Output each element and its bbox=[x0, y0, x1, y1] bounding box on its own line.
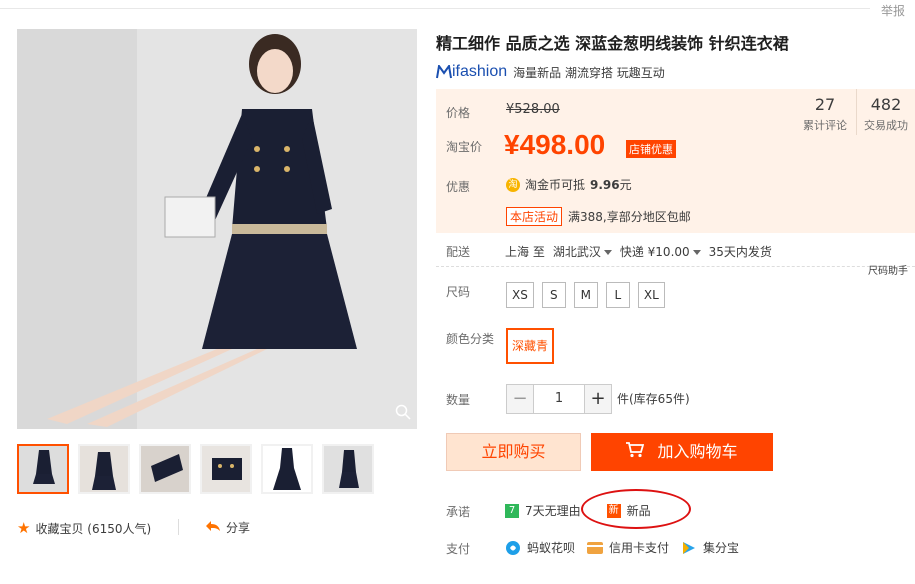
size-helper-link[interactable]: 尺码助手 bbox=[868, 262, 908, 277]
buy-now-button[interactable]: 立即购买 bbox=[446, 433, 581, 471]
price-panel: 价格 ¥528.00 淘宝价 ¥498.00 店铺优惠 27 累计评论 482 … bbox=[436, 89, 915, 233]
product-title: 精工细作 品质之选 深蓝金葱明线装饰 针织连衣裙 bbox=[436, 34, 789, 53]
credit-card-payment[interactable]: 信用卡支付 bbox=[587, 539, 669, 556]
report-link[interactable]: 举报 bbox=[881, 2, 905, 19]
color-label: 颜色分类 bbox=[446, 332, 495, 346]
brand-row: ifashion 海量新品 潮流穿搭 玩趣互动 bbox=[436, 63, 665, 81]
share-button[interactable]: 分享 bbox=[205, 519, 250, 536]
quantity-stepper: − 1 + bbox=[506, 384, 612, 414]
payment-row: 蚂蚁花呗 信用卡支付 集分宝 bbox=[505, 539, 739, 556]
ship-time: 35天内发货 bbox=[708, 245, 772, 259]
promise-label: 承诺 bbox=[446, 505, 471, 519]
size-options: XS S M L XL bbox=[506, 282, 665, 308]
thumbnail[interactable] bbox=[78, 444, 130, 494]
taobao-coin-row: 淘 淘金币可抵 9.96 元 bbox=[506, 176, 632, 193]
reviews-stat[interactable]: 27 累计评论 bbox=[794, 89, 857, 135]
ship-express[interactable]: 快递 ¥10.00 bbox=[620, 243, 701, 260]
size-label: 尺码 bbox=[446, 285, 471, 299]
payment-label: 支付 bbox=[446, 542, 471, 556]
price-label: 价格 bbox=[446, 106, 471, 120]
thumbnail[interactable] bbox=[139, 444, 191, 494]
shop-discount-tag[interactable]: 店铺优惠 bbox=[626, 140, 676, 158]
activity-tag[interactable]: 本店活动 bbox=[506, 207, 563, 226]
ifashion-logo[interactable]: ifashion bbox=[436, 63, 507, 81]
thumbnail[interactable] bbox=[200, 444, 252, 494]
chevron-down-icon bbox=[603, 250, 612, 255]
original-price: ¥528.00 bbox=[506, 102, 560, 117]
shipping-row: 上海 至 湖北武汉 快递 ¥10.00 35天内发货 bbox=[505, 243, 772, 260]
seven-day-icon: 7 bbox=[505, 503, 519, 518]
shipping-label: 配送 bbox=[446, 245, 471, 259]
quantity-input[interactable]: 1 bbox=[533, 385, 585, 413]
thumbnail[interactable] bbox=[17, 444, 69, 494]
size-option[interactable]: M bbox=[573, 282, 598, 308]
quantity-label: 数量 bbox=[446, 393, 471, 407]
ifashion-icon bbox=[436, 65, 452, 79]
jifenbao-icon bbox=[683, 541, 696, 554]
activity-text: 满388,享部分地区包邮 bbox=[568, 210, 691, 224]
decrease-button[interactable]: − bbox=[507, 385, 533, 413]
product-photo bbox=[17, 29, 417, 429]
taobao-price-label: 淘宝价 bbox=[446, 140, 483, 154]
current-price: ¥498.00 bbox=[504, 129, 606, 160]
share-icon bbox=[205, 520, 221, 535]
huabei-icon bbox=[506, 540, 520, 555]
zoom-icon[interactable] bbox=[395, 404, 411, 423]
main-product-image[interactable] bbox=[17, 29, 417, 429]
sales-stat: 482 交易成功 bbox=[864, 95, 908, 132]
favorite-button[interactable]: ★ 收藏宝贝 (6150人气) bbox=[17, 519, 151, 537]
brand-tags: 海量新品 潮流穿搭 玩趣互动 bbox=[513, 65, 665, 80]
size-option[interactable]: XS bbox=[506, 282, 534, 308]
stats: 27 累计评论 482 交易成功 bbox=[794, 89, 915, 135]
coin-icon: 淘 bbox=[506, 177, 520, 192]
seven-day-return[interactable]: 7天无理由 bbox=[525, 502, 581, 519]
color-option-selected[interactable]: 深藏青 bbox=[506, 328, 555, 364]
footer-divider bbox=[178, 519, 179, 535]
jifenbao-payment[interactable]: 集分宝 bbox=[681, 539, 739, 556]
annotation-circle bbox=[581, 489, 691, 529]
cart-icon bbox=[626, 434, 645, 472]
chevron-down-icon bbox=[692, 250, 701, 255]
add-to-cart-button[interactable]: 加入购物车 bbox=[591, 433, 773, 471]
activity-row: 本店活动 满388,享部分地区包邮 bbox=[506, 207, 691, 226]
ship-from: 上海 至 bbox=[505, 245, 545, 259]
top-divider bbox=[0, 8, 870, 9]
size-option[interactable]: XL bbox=[637, 282, 665, 308]
thumbnail[interactable] bbox=[322, 444, 374, 494]
stock-text: 件(库存65件) bbox=[617, 392, 690, 406]
favorite-label: 收藏宝贝 (6150人气) bbox=[35, 521, 152, 536]
shipping-divider bbox=[436, 266, 915, 267]
increase-button[interactable]: + bbox=[585, 385, 611, 413]
thumbnail[interactable] bbox=[261, 444, 313, 494]
share-label: 分享 bbox=[226, 521, 251, 535]
ship-destination[interactable]: 湖北武汉 bbox=[553, 243, 612, 260]
credit-card-icon bbox=[587, 541, 604, 554]
promo-label: 优惠 bbox=[446, 180, 471, 194]
thumbnail-strip bbox=[17, 444, 374, 494]
huabei-payment[interactable]: 蚂蚁花呗 bbox=[505, 539, 575, 556]
size-option[interactable]: L bbox=[605, 282, 630, 308]
star-icon: ★ bbox=[17, 519, 31, 537]
size-option[interactable]: S bbox=[541, 282, 566, 308]
